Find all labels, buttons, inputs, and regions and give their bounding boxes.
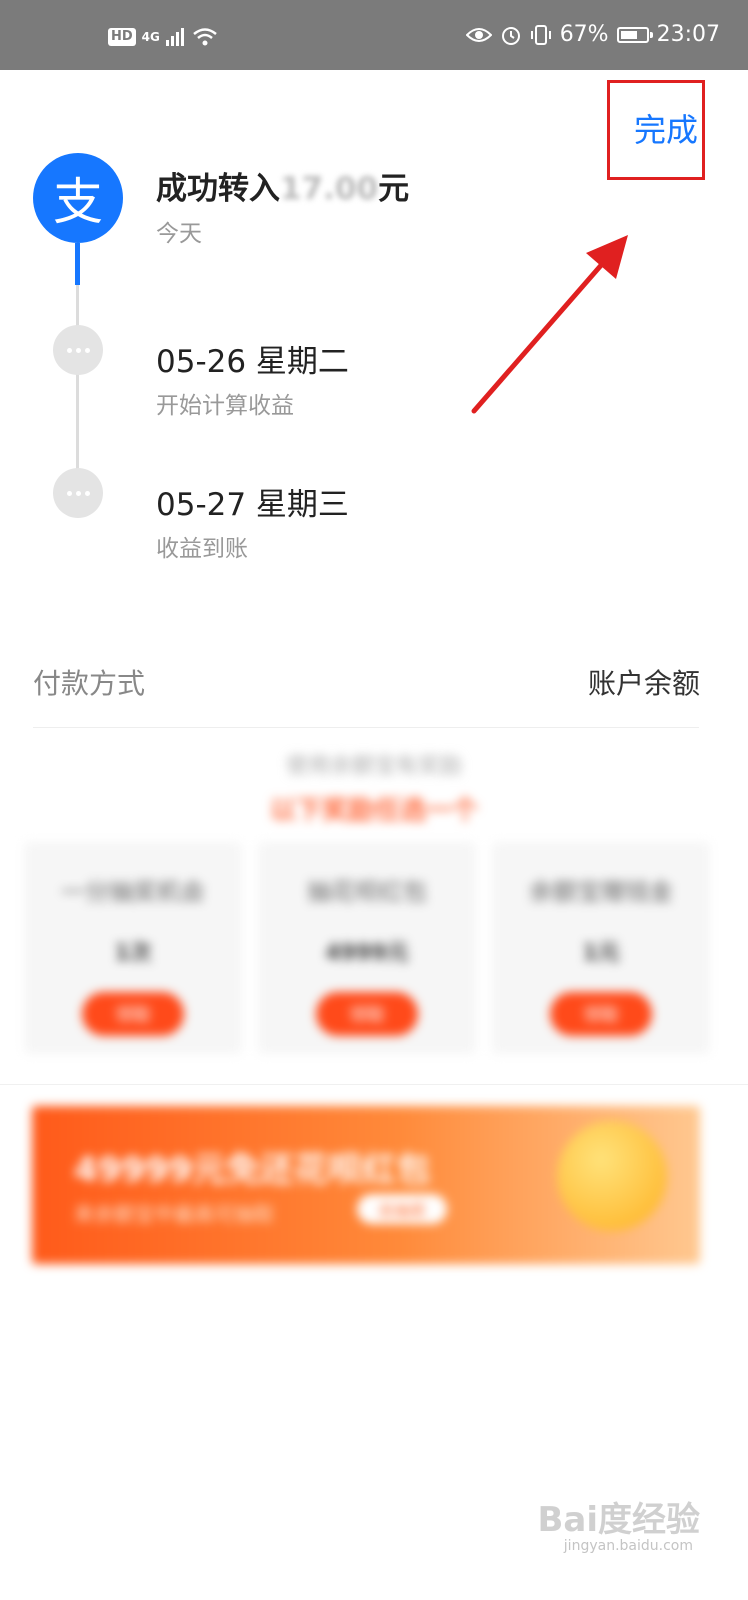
status-right: 67% 23:07: [465, 22, 720, 47]
success-date: 今天: [156, 221, 202, 247]
timeline-dot-icon: [53, 325, 103, 375]
reward-claim-button[interactable]: 领取: [82, 992, 184, 1036]
signal-icon: [165, 28, 184, 46]
success-amount: 17.00: [280, 171, 379, 207]
pointer-arrow-icon: [471, 235, 628, 414]
payment-label: 付款方式: [33, 667, 146, 700]
reward-claim-button[interactable]: 领取: [316, 992, 418, 1036]
vibrate-icon: [530, 24, 551, 45]
status-bar: HD 4G 67% 23:07: [0, 0, 748, 70]
network-label: 4G: [141, 30, 160, 44]
banner-button[interactable]: 去抽奖: [357, 1194, 447, 1224]
reward-card[interactable]: 抽花呗红包 4999元 领取: [258, 842, 476, 1054]
reward-card-name: 抽花呗红包: [307, 878, 427, 906]
step1-title: 05-26 星期二: [156, 344, 349, 380]
timeline-track: [76, 285, 79, 495]
reward-hint: 使用余额宝有奖励: [285, 754, 462, 779]
reward-card[interactable]: 余额宝赠钱金 1元 领取: [492, 842, 710, 1054]
battery-percent: 67%: [559, 22, 609, 47]
reward-card-value: 4999元: [325, 941, 409, 966]
step2-desc: 收益到账: [156, 536, 248, 562]
reward-card-name: 余额宝赠钱金: [529, 878, 673, 906]
success-prefix: 成功转入: [156, 171, 280, 207]
timeline-progress: [75, 243, 80, 285]
watermark-url: jingyan.baidu.com: [563, 1538, 693, 1554]
banner-title: 49999元免还花呗红包: [74, 1150, 431, 1190]
reward-title: 以下奖励任选一个: [269, 796, 478, 826]
reward-card-value: 1次: [114, 941, 152, 966]
eye-icon: [465, 27, 492, 42]
alarm-icon: [501, 26, 520, 45]
watermark: Bai度经验: [537, 1500, 700, 1540]
hd-badge: HD: [108, 28, 136, 46]
alipay-logo: 支: [33, 153, 123, 243]
promo-banner[interactable]: 49999元免还花呗红包 来余额宝中最高可抽取 去抽奖: [32, 1106, 700, 1264]
step2-title: 05-27 星期三: [156, 487, 349, 523]
divider: [33, 727, 699, 728]
step1-desc: 开始计算收益: [156, 393, 294, 419]
success-title: 成功转入17.00元: [156, 163, 409, 208]
payment-value: 账户余额: [587, 667, 700, 700]
reward-card-value: 1元: [582, 941, 620, 966]
wifi-icon: [193, 28, 217, 46]
section-separator: [0, 1084, 748, 1085]
gift-icon: [557, 1121, 667, 1231]
battery-icon: [616, 26, 653, 43]
reward-card-name: 一分抽奖机会: [61, 878, 205, 906]
highlight-box: [607, 80, 705, 180]
clock: 23:07: [656, 22, 720, 47]
banner-subtitle: 来余额宝中最高可抽取: [74, 1202, 274, 1226]
reward-claim-button[interactable]: 领取: [550, 992, 652, 1036]
reward-card[interactable]: 一分抽奖机会 1次 领取: [24, 842, 242, 1054]
timeline-dot-icon: [53, 468, 103, 518]
status-left: HD 4G: [108, 27, 218, 47]
success-unit: 元: [378, 171, 410, 207]
